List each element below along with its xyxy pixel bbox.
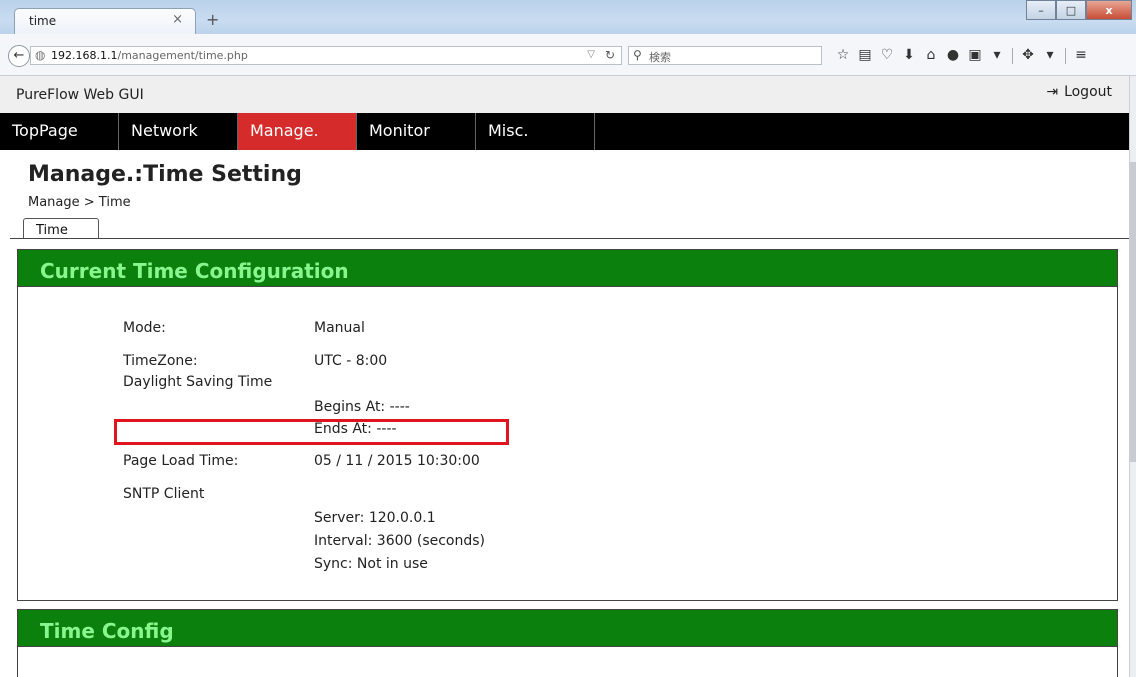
- toolbar-icons: ☆ ▤ ♡ ⬇ ⌂ ● ▣ ▾ ✥ ▾ ≡: [832, 46, 1092, 66]
- address-bar[interactable]: ◍ 192.168.1.1/management/time.php ▽ ↻: [30, 46, 622, 65]
- new-tab-icon[interactable]: +: [206, 10, 219, 29]
- extension-icon[interactable]: ✥: [1017, 46, 1039, 65]
- bookmark-star-icon[interactable]: ☆: [832, 46, 854, 65]
- tab-title: time: [29, 14, 57, 28]
- toolbar-separator: [1065, 48, 1066, 64]
- highlight-box: [114, 419, 509, 445]
- main-menu: TopPage Network Manage. Monitor Misc.: [0, 113, 1130, 150]
- search-icon: ⚲: [633, 48, 642, 62]
- maximize-button[interactable]: □: [1056, 0, 1086, 20]
- browser-navbar: ← ◍ 192.168.1.1/management/time.php ▽ ↻ …: [0, 34, 1136, 76]
- panel-title: Current Time Configuration: [18, 250, 1117, 287]
- app-title: PureFlow Web GUI: [16, 87, 144, 103]
- sntp-server: Server: 120.0.0.1: [314, 510, 436, 526]
- window-controls: – □ x: [1026, 0, 1132, 20]
- browser-tab[interactable]: time ×: [14, 8, 196, 34]
- close-window-button[interactable]: x: [1086, 0, 1132, 20]
- scrollbar-thumb[interactable]: [1130, 162, 1136, 462]
- menu-item-network[interactable]: Network: [119, 113, 238, 150]
- menu-item-monitor[interactable]: Monitor: [357, 113, 476, 150]
- logout-button[interactable]: ⇥ Logout: [1046, 84, 1112, 100]
- scrollbar[interactable]: [1129, 76, 1136, 677]
- dropdown-icon[interactable]: ▾: [1039, 46, 1061, 65]
- download-icon[interactable]: ⬇: [898, 46, 920, 65]
- reload-icon[interactable]: ↻: [605, 48, 615, 62]
- dst-label: Daylight Saving Time: [123, 374, 273, 390]
- page-title: Manage.:Time Setting: [28, 162, 302, 187]
- time-config-panel: Time Config: [17, 609, 1118, 677]
- mode-label: Mode:: [123, 320, 166, 336]
- logout-label: Logout: [1064, 84, 1112, 100]
- sntp-sync: Sync: Not in use: [314, 556, 428, 572]
- globe-icon: ◍: [35, 48, 46, 62]
- load-time-label: Page Load Time:: [123, 453, 239, 469]
- dst-begins: Begins At: ----: [314, 399, 410, 415]
- url-text: 192.168.1.1/management/time.php: [51, 49, 248, 62]
- home-icon[interactable]: ⌂: [920, 46, 942, 65]
- tab-time[interactable]: Time: [23, 218, 99, 239]
- menu-item-toppage[interactable]: TopPage: [0, 113, 119, 150]
- chat-icon[interactable]: ●: [942, 46, 964, 65]
- dropdown-icon[interactable]: ▾: [986, 46, 1008, 65]
- current-time-panel: Current Time Configuration Mode: Manual …: [17, 249, 1118, 601]
- panel-title: Time Config: [18, 610, 1117, 647]
- menu-item-manage[interactable]: Manage.: [238, 113, 357, 150]
- history-dropdown-icon[interactable]: ▽: [587, 49, 595, 60]
- menu-icon[interactable]: ≡: [1070, 46, 1092, 65]
- sntp-interval: Interval: 3600 (seconds): [314, 533, 486, 549]
- sntp-label: SNTP Client: [123, 486, 205, 502]
- timezone-label: TimeZone:: [123, 353, 198, 369]
- browser-titlebar: time × + – □ x: [0, 0, 1136, 34]
- minimize-button[interactable]: –: [1026, 0, 1056, 20]
- web-page: PureFlow Web GUI ⇥ Logout TopPage Networ…: [0, 76, 1130, 677]
- load-time-value: 05 / 11 / 2015 10:30:00: [314, 453, 480, 469]
- search-bar[interactable]: ⚲ 検索: [628, 46, 822, 65]
- toolbar-separator: [1012, 48, 1013, 64]
- screenshot-icon[interactable]: ▣: [964, 46, 986, 65]
- reading-list-icon[interactable]: ▤: [854, 46, 876, 65]
- mode-value: Manual: [314, 320, 365, 336]
- breadcrumb: Manage > Time: [28, 195, 131, 210]
- back-arrow-icon[interactable]: ←: [8, 45, 30, 67]
- tab-divider: [10, 238, 1130, 239]
- pocket-icon[interactable]: ♡: [876, 46, 898, 65]
- search-placeholder: 検索: [649, 51, 671, 64]
- tab-close-icon[interactable]: ×: [172, 12, 183, 27]
- gui-header: PureFlow Web GUI ⇥ Logout: [0, 76, 1130, 113]
- menu-item-misc[interactable]: Misc.: [476, 113, 595, 150]
- logout-icon: ⇥: [1046, 84, 1059, 100]
- timezone-value: UTC - 8:00: [314, 353, 388, 369]
